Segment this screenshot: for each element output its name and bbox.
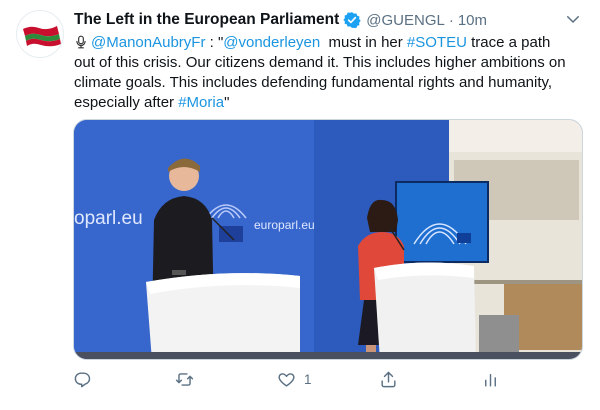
like-button[interactable]: 1 — [277, 368, 312, 390]
retweet-icon — [175, 372, 194, 386]
like-count: 1 — [304, 371, 312, 387]
share-icon — [381, 371, 396, 387]
tweet-timestamp[interactable]: 10m — [458, 12, 487, 29]
hashtag-link[interactable]: #SOTEU — [407, 34, 467, 51]
press-conference-photo: oparl.eu europarl.eu — [74, 120, 582, 359]
tweet-action-bar: 1 — [73, 368, 513, 392]
author-handle[interactable]: @GUENGL — [366, 12, 445, 29]
analytics-icon — [485, 373, 496, 387]
tweet-card[interactable]: The Left in the European Parliament @GUE… — [0, 0, 600, 410]
tweet-text-fragment: " — [224, 94, 230, 111]
tweet-text: @ManonAubryFr : "@vonderleyen must in he… — [74, 33, 586, 113]
chevron-down-icon[interactable] — [564, 10, 582, 28]
tweet-text-line: climate goals. This includes defending f… — [74, 74, 553, 91]
tweet-text-line: out of this crisis. Our citizens demand … — [74, 54, 566, 71]
header-separator: · — [448, 11, 454, 29]
tweet-text-fragment: trace a path — [466, 34, 551, 51]
hashtag-link[interactable]: #Moria — [178, 94, 224, 111]
reply-button[interactable] — [73, 368, 100, 390]
microphone-icon — [76, 35, 86, 49]
mention-link[interactable]: @ManonAubryFr — [91, 34, 205, 51]
analytics-button[interactable] — [481, 368, 500, 390]
left-party-logo-icon — [23, 26, 61, 47]
retweet-button[interactable] — [175, 368, 202, 390]
backdrop-text-right: europarl.eu — [254, 218, 315, 232]
verified-badge-icon — [343, 12, 361, 29]
backdrop-text-left: oparl.eu — [74, 208, 143, 229]
tweet-text-fragment: : " — [205, 34, 224, 51]
author-avatar[interactable] — [16, 10, 64, 58]
mention-link[interactable]: @vonderleyen — [223, 34, 320, 51]
reply-icon — [74, 371, 91, 387]
heart-icon — [278, 372, 295, 387]
share-button[interactable] — [379, 368, 406, 390]
tweet-photo[interactable]: oparl.eu europarl.eu — [73, 119, 583, 360]
tweet-text-fragment: must in her — [320, 34, 407, 51]
tweet-text-fragment: especially after — [74, 94, 179, 111]
author-name[interactable]: The Left in the European Parliament — [74, 11, 339, 29]
tweet-header: The Left in the European Parliament @GUE… — [74, 10, 487, 30]
